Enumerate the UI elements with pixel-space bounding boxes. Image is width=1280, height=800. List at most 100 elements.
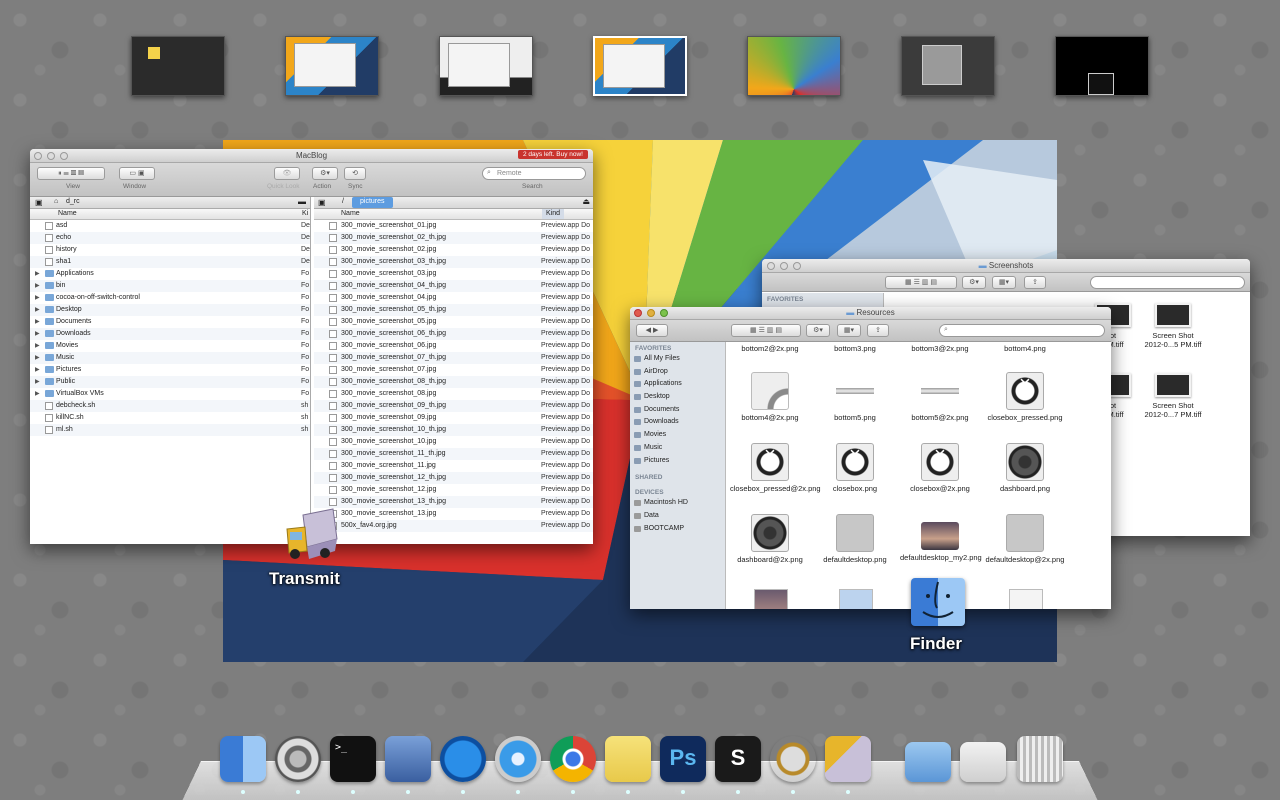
trial-badge[interactable]: 2 days left. Buy now! [518,150,588,159]
action-gear-icon[interactable]: ⚙▾ [806,324,830,337]
file-row[interactable]: 300_movie_screenshot_09_th.jpg Preview.ap… [314,400,593,412]
eject-icon[interactable]: ⏏ [582,197,590,206]
file-row[interactable]: 300_movie_screenshot_04.jpg Preview.app D… [314,292,593,304]
file-row[interactable]: ▶ Applications Fo [30,268,310,280]
file-row[interactable]: 300_movie_screenshot_02_th.jpg Preview.ap… [314,232,593,244]
disclosure-triangle-icon[interactable]: ▶ [35,340,40,352]
file-item[interactable]: closebox@2x.png [900,443,980,493]
file-item[interactable]: bottom4.png [985,344,1065,353]
file-row[interactable]: 300_movie_screenshot_03_th.jpg Preview.ap… [314,256,593,268]
sidebar-item-data[interactable]: Data [630,510,725,523]
space-thumbnail-6[interactable] [901,36,995,96]
action-gear-icon[interactable]: ⚙▾ [312,167,338,180]
local-path[interactable]: d_rc [66,198,80,205]
file-row[interactable]: 300_movie_screenshot_06_th.jpg Preview.ap… [314,328,593,340]
file-row[interactable]: 300_movie_screenshot_07.jpg Preview.app D… [314,364,593,376]
file-item[interactable]: dashboard.png [985,443,1065,493]
photo-thumbnail-icon[interactable] [754,589,788,609]
arrange-button[interactable]: ▦▾ [837,324,861,337]
disclosure-triangle-icon[interactable]: ▶ [35,316,40,328]
document-icon[interactable] [1009,589,1043,609]
file-row[interactable]: ▶ Public Fo [30,376,310,388]
folder-icon[interactable] [839,589,873,609]
sidebar-item-bootcamp[interactable]: BOOTCAMP [630,523,725,536]
file-row[interactable]: ▶ cocoa-on-off-switch-control Fo [30,292,310,304]
remote-path[interactable]: pictures [352,197,393,208]
drive-icon[interactable]: ▬ [298,197,306,206]
file-row[interactable]: 300_movie_screenshot_05_th.jpg Preview.ap… [314,304,593,316]
trash-icon[interactable] [1017,736,1063,782]
file-row[interactable]: 300_movie_screenshot_02.jpg Preview.app D… [314,244,593,256]
file-item[interactable]: bottom4@2x.png [730,372,810,422]
disclosure-triangle-icon[interactable]: ▶ [35,304,40,316]
disclosure-triangle-icon[interactable]: ▶ [35,280,40,292]
sidebar-item-airdrop[interactable]: AirDrop [630,366,725,379]
file-item[interactable]: closebox_pressed@2x.png [730,443,821,493]
file-row[interactable]: 300_movie_screenshot_10.jpg Preview.app D… [314,436,593,448]
file-row[interactable]: 300_movie_screenshot_01.jpg Preview.app D… [314,220,593,232]
window-segment[interactable]: ▭ ▣ [119,167,155,180]
disclosure-triangle-icon[interactable]: ▶ [35,376,40,388]
kind-column[interactable]: Kind [542,209,565,219]
file-row[interactable]: 300_movie_screenshot_04_th.jpg Preview.ap… [314,280,593,292]
local-pane[interactable]: ▣ ⌂ d_rc ▬ Name Ki asd De echo De history De s… [30,197,311,544]
space-thumbnail-1[interactable] [131,36,225,96]
file-item[interactable]: bottom3@2x.png [900,344,980,353]
file-row[interactable]: asd De [30,220,310,232]
view-segment[interactable]: ▦ ☰ ▥ ▤ [731,324,801,337]
file-row[interactable]: ▶ Downloads Fo [30,328,310,340]
view-segment[interactable]: ▦ ☰ ▥ ▤ [885,276,957,289]
file-row[interactable]: 300_movie_screenshot_09.jpg Preview.app D… [314,412,593,424]
file-row[interactable]: 300_movie_screenshot_10_th.jpg Preview.ap… [314,424,593,436]
file-row[interactable]: ▶ Pictures Fo [30,364,310,376]
stamp-icon[interactable] [385,736,431,782]
file-item[interactable]: defaultdesktop.png [815,514,895,564]
file-item[interactable]: closebox_pressed.png [985,372,1065,422]
screenshot-file[interactable]: Screen Shot 2012-0...7 PM.tiff [1140,373,1206,419]
file-item[interactable]: bottom5@2x.png [900,372,980,422]
file-row[interactable]: 300_movie_screenshot_13_th.jpg Preview.ap… [314,496,593,508]
file-item[interactable]: dashboard@2x.png [730,514,810,564]
sidebar-item-macintosh-hd[interactable]: Macintosh HD [630,497,725,510]
search-input[interactable] [939,324,1105,337]
name-column[interactable]: Name [58,209,77,219]
kind-column[interactable]: Ki [302,209,308,219]
file-row[interactable]: killNC.sh sh [30,412,310,424]
file-row[interactable]: 300_movie_screenshot_11.jpg Preview.app D… [314,460,593,472]
arrange-button[interactable]: ▦▾ [992,276,1016,289]
file-row[interactable]: 300_movie_screenshot_08.jpg Preview.app D… [314,388,593,400]
file-row[interactable]: ▶ Desktop Fo [30,304,310,316]
file-row[interactable]: 300_movie_screenshot_11_th.jpg Preview.ap… [314,448,593,460]
file-row[interactable]: 500x_fav4.org.jpg Preview.app Do [314,520,593,532]
finder-icon[interactable] [220,736,266,782]
file-row[interactable]: 300_movie_screenshot_03.jpg Preview.app D… [314,268,593,280]
file-row[interactable]: 300_movie_screenshot_13.jpg Preview.app D… [314,508,593,520]
space-thumbnail-5[interactable] [747,36,841,96]
file-item[interactable]: bottom3.png [815,344,895,353]
search-input[interactable] [1090,276,1245,289]
photoshop-icon[interactable]: Ps [660,736,706,782]
file-row[interactable]: ▶ bin Fo [30,280,310,292]
share-icon[interactable]: ⇪ [867,324,889,337]
file-row[interactable]: 300_movie_screenshot_06.jpg Preview.app D… [314,340,593,352]
folder-icon[interactable]: ▣ [318,198,326,207]
chrome-icon[interactable] [550,736,596,782]
file-item[interactable]: defaultdesktop@2x.png [985,514,1065,564]
disclosure-triangle-icon[interactable]: ▶ [35,328,40,340]
back-forward-buttons[interactable]: ◀ ▶ [636,324,668,337]
transmit-icon[interactable] [825,736,871,782]
notes-icon[interactable] [605,736,651,782]
sidebar-item-downloads[interactable]: Downloads [630,416,725,429]
file-row[interactable]: 300_movie_screenshot_05.jpg Preview.app D… [314,316,593,328]
sidebar-item-applications[interactable]: Applications [630,378,725,391]
space-thumbnail-3[interactable] [439,36,533,96]
disclosure-triangle-icon[interactable]: ▶ [35,268,40,280]
file-row[interactable]: ml.sh sh [30,424,310,436]
space-thumbnail-4[interactable] [593,36,687,96]
file-row[interactable]: 300_movie_screenshot_12.jpg Preview.app D… [314,484,593,496]
search-input[interactable]: Remote [482,167,586,180]
transmit-app-icon[interactable] [283,507,341,563]
file-row[interactable]: sha1 De [30,256,310,268]
file-row[interactable]: 300_movie_screenshot_12_th.jpg Preview.ap… [314,472,593,484]
view-segment[interactable]: ⏸ ☰ ▥ ▤ [37,167,105,180]
